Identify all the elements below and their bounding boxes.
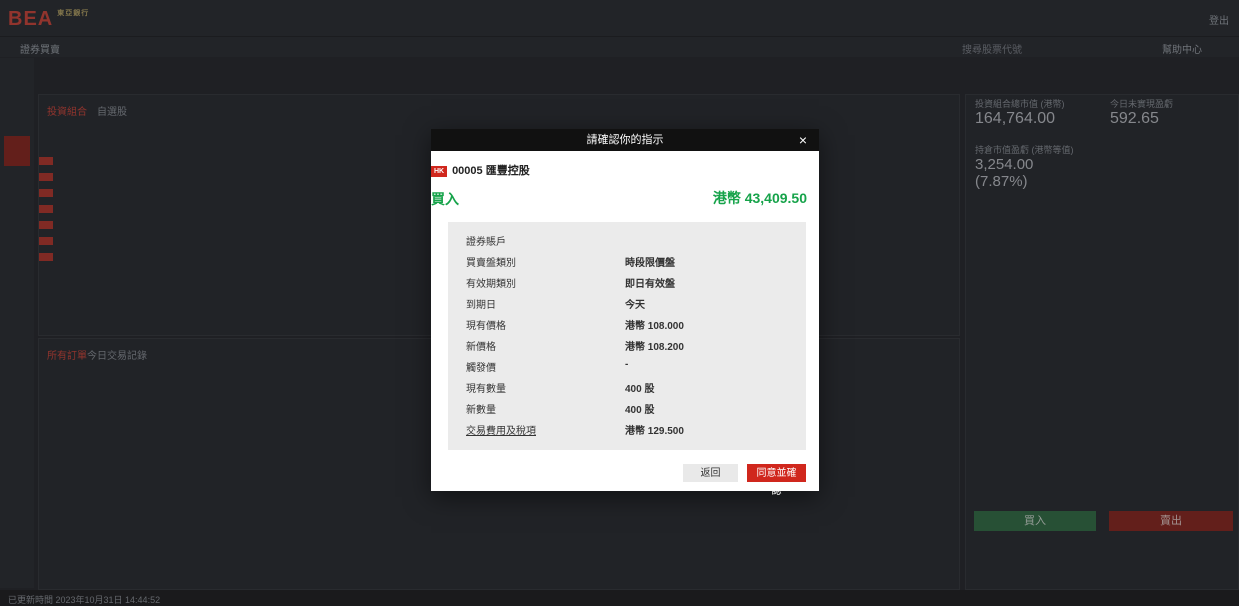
detail-value: 港幣 129.500 (625, 426, 684, 437)
detail-row-new-price: 新價格 港幣 108.200 (448, 338, 806, 358)
detail-label: 到期日 (466, 300, 496, 311)
dialog-header: 請確認你的指示 × (431, 129, 819, 151)
detail-label: 買賣盤類別 (466, 258, 516, 269)
detail-row-current-price: 現有價格 港幣 108.000 (448, 317, 806, 337)
detail-value: 今天 (625, 300, 645, 311)
order-amount: 港幣 43,409.50 (712, 190, 807, 206)
detail-value: 400 股 (625, 405, 655, 416)
order-details-box: 證券賬戶 買賣盤類別 時段限價盤 有效期類別 即日有效盤 到期日 今天 現有價格… (448, 222, 806, 450)
detail-label: 有效期類別 (466, 279, 516, 290)
detail-row-account: 證券賬戶 (448, 233, 806, 253)
detail-row-validity: 有效期類別 即日有效盤 (448, 275, 806, 295)
detail-row-new-qty: 新數量 400 股 (448, 401, 806, 421)
detail-label: 觸發價 (466, 363, 496, 374)
detail-label: 新數量 (466, 405, 496, 416)
return-button[interactable]: 返回 (683, 464, 738, 482)
detail-label: 現有數量 (466, 384, 506, 395)
agree-confirm-button[interactable]: 同意並確認 (747, 464, 806, 497)
detail-row-fees: 交易費用及稅項 港幣 129.500 (448, 422, 806, 442)
detail-label: 現有價格 (466, 321, 506, 332)
confirm-order-dialog: 請確認你的指示 × HK 00005 匯豐控股 買入 港幣 43,409.50 … (431, 129, 819, 497)
dialog-title: 請確認你的指示 (586, 134, 664, 146)
detail-value: 港幣 108.000 (625, 321, 684, 332)
detail-row-trigger-price: 觸發價 - (448, 359, 806, 379)
stock-name: HK 00005 匯豐控股 (431, 162, 530, 178)
detail-label: 新價格 (466, 342, 496, 353)
detail-row-order-type: 買賣盤類別 時段限價盤 (448, 254, 806, 274)
hk-market-badge: HK (431, 165, 447, 177)
detail-value: 港幣 108.200 (625, 342, 684, 353)
detail-row-expiry: 到期日 今天 (448, 296, 806, 316)
detail-value: 即日有效盤 (625, 279, 675, 290)
fees-link[interactable]: 交易費用及稅項 (466, 422, 536, 437)
detail-value: 400 股 (625, 384, 655, 395)
order-side: 買入 (431, 191, 459, 207)
detail-label: 證券賬戶 (466, 237, 506, 248)
detail-value: 時段限價盤 (625, 258, 675, 269)
close-icon[interactable]: × (799, 129, 807, 151)
detail-value: - (625, 359, 629, 370)
stock-code-name: 00005 匯豐控股 (452, 165, 530, 177)
detail-row-current-qty: 現有數量 400 股 (448, 380, 806, 400)
